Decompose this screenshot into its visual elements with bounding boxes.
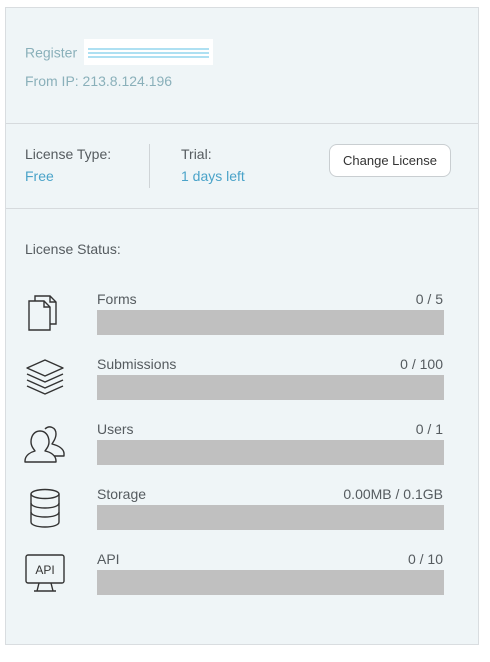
status-label: Forms <box>97 291 137 307</box>
status-count: 0 / 1 <box>415 421 443 437</box>
license-type-label: License Type: <box>25 146 112 162</box>
trial-value: 1 days left <box>181 168 245 184</box>
license-type-value: Free <box>25 168 54 184</box>
status-count: 0.00MB / 0.1GB <box>343 486 443 502</box>
api-monitor-icon: API <box>23 551 67 595</box>
register-label: Register <box>25 44 78 61</box>
users-icon <box>23 421 67 465</box>
trial-label: Trial: <box>181 146 212 162</box>
status-label: Storage <box>97 486 147 502</box>
documents-icon <box>23 291 67 335</box>
status-row-users: Users 0 / 1 <box>6 421 478 481</box>
redacted-value <box>84 39 214 65</box>
license-type-block: License Type: Free <box>25 146 111 184</box>
status-count: 0 / 10 <box>407 551 443 567</box>
status-label: Submissions <box>97 356 177 372</box>
status-row-forms: Forms 0 / 5 <box>6 291 478 351</box>
change-license-button[interactable]: Change License <box>329 144 451 177</box>
usage-bar <box>97 570 444 595</box>
layers-icon <box>23 356 67 400</box>
database-icon <box>23 486 67 530</box>
usage-bar <box>97 310 444 335</box>
license-panel: Register From IP: 213.8.124.196 License … <box>5 7 479 645</box>
license-info-section: License Type: Free Trial: 1 days left Ch… <box>6 124 478 209</box>
ip-address-text: From IP: 213.8.124.196 <box>25 73 173 89</box>
status-row-api: API API 0 / 10 <box>6 551 478 611</box>
status-row-storage: Storage 0.00MB / 0.1GB <box>6 486 478 546</box>
usage-bar <box>97 505 444 530</box>
license-status-heading: License Status: <box>25 241 121 257</box>
trial-block: Trial: 1 days left <box>181 146 245 184</box>
status-label: Users <box>97 421 134 437</box>
status-count: 0 / 100 <box>400 356 443 372</box>
divider <box>149 144 150 188</box>
registration-section: Register From IP: 213.8.124.196 <box>6 8 478 124</box>
register-line: Register <box>25 39 214 67</box>
usage-bar <box>97 375 444 400</box>
status-count: 0 / 5 <box>415 291 443 307</box>
status-label: API <box>97 551 120 567</box>
usage-bar <box>97 440 444 465</box>
status-row-submissions: Submissions 0 / 100 <box>6 356 478 416</box>
api-icon-text: API <box>35 563 54 577</box>
